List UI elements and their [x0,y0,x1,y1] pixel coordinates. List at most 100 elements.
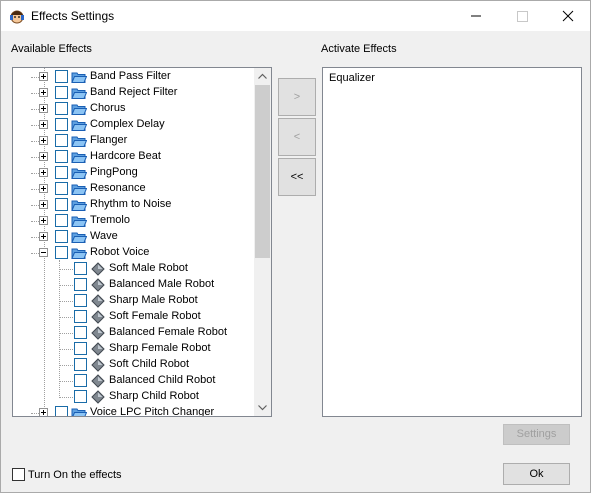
scroll-down-icon[interactable] [254,399,271,416]
tree-checkbox[interactable] [55,182,68,195]
tree-checkbox[interactable] [55,118,68,131]
tree-item-label: Wave [90,230,118,242]
expand-icon[interactable] [39,104,48,113]
active-effect-item[interactable]: Equalizer [329,72,375,84]
folder-icon [71,134,88,148]
tree-checkbox[interactable] [74,310,87,323]
tree-item-label: Tremolo [90,214,130,226]
tree-folder-item[interactable]: Rhythm to Noise [13,197,253,213]
settings-button[interactable]: Settings [503,424,570,445]
expand-icon[interactable] [39,184,48,193]
tree-checkbox[interactable] [55,230,68,243]
tree-folder-item[interactable]: PingPong [13,165,253,181]
tree-checkbox[interactable] [74,374,87,387]
tree-effect-item[interactable]: Soft Female Robot [13,309,253,325]
folder-icon [71,246,88,260]
folder-icon [71,406,88,416]
expand-icon[interactable] [39,120,48,129]
expand-icon[interactable] [39,408,48,416]
remove-all-effects-button[interactable]: << [278,158,316,196]
folder-icon [71,70,88,84]
tree-folder-item[interactable]: Complex Delay [13,117,253,133]
expand-icon[interactable] [39,136,48,145]
tree-checkbox[interactable] [55,214,68,227]
maximize-button[interactable] [499,1,545,31]
tree-item-label: Sharp Female Robot [109,342,211,354]
tree-folder-item[interactable]: Voice LPC Pitch Changer [13,405,253,416]
folder-icon [71,166,88,180]
folder-icon [71,198,88,212]
tree-folder-item[interactable]: Chorus [13,101,253,117]
expand-icon[interactable] [39,152,48,161]
tree-folder-item[interactable]: Resonance [13,181,253,197]
tree-item-label: Soft Male Robot [109,262,188,274]
folder-icon [71,118,88,132]
tree-effect-item[interactable]: Balanced Female Robot [13,325,253,341]
tree-checkbox[interactable] [74,326,87,339]
tree-checkbox[interactable] [55,86,68,99]
folder-icon [71,230,88,244]
expand-icon[interactable] [39,200,48,209]
remove-effect-button[interactable]: < [278,118,316,156]
collapse-icon[interactable] [39,248,48,257]
folder-icon [71,86,88,100]
expand-icon[interactable] [39,168,48,177]
active-effects-list[interactable]: Equalizer [322,67,582,417]
tree-checkbox[interactable] [55,102,68,115]
effect-icon [91,374,105,388]
tree-item-label: Robot Voice [90,246,150,258]
tree-checkbox[interactable] [55,166,68,179]
tree-folder-item[interactable]: Robot Voice [13,245,253,261]
tree-effect-item[interactable]: Sharp Female Robot [13,341,253,357]
tree-item-label: Resonance [90,182,146,194]
expand-icon[interactable] [39,216,48,225]
tree-folder-item[interactable]: Band Reject Filter [13,85,253,101]
close-button[interactable] [545,1,591,31]
tree-checkbox[interactable] [74,278,87,291]
tree-checkbox[interactable] [74,358,87,371]
tree-effect-item[interactable]: Sharp Male Robot [13,293,253,309]
tree-checkbox[interactable] [55,134,68,147]
tree-effect-item[interactable]: Sharp Child Robot [13,389,253,405]
tree-item-label: Soft Female Robot [109,310,201,322]
tree-folder-item[interactable]: Hardcore Beat [13,149,253,165]
tree-effect-item[interactable]: Soft Child Robot [13,357,253,373]
tree-checkbox[interactable] [55,246,68,259]
tree-checkbox[interactable] [55,406,68,416]
tree-folder-item[interactable]: Wave [13,229,253,245]
tree-item-label: Balanced Male Robot [109,278,215,290]
available-effects-label: Available Effects [11,43,92,55]
expand-icon[interactable] [39,232,48,241]
available-effects-tree[interactable]: Band Pass Filter Band Reject Filter Chorus… [12,67,272,417]
tree-folder-item[interactable]: Band Pass Filter [13,69,253,85]
ok-button[interactable]: Ok [503,463,570,485]
tree-item-label: Rhythm to Noise [90,198,172,210]
tree-checkbox[interactable] [74,294,87,307]
folder-icon [71,182,88,196]
tree-checkbox[interactable] [55,150,68,163]
tree-checkbox[interactable] [74,390,87,403]
expand-icon[interactable] [39,88,48,97]
scroll-thumb[interactable] [255,85,270,258]
tree-folder-item[interactable]: Flanger [13,133,253,149]
activate-effects-label: Activate Effects [321,43,397,55]
maximize-icon [517,11,528,22]
tree-effect-item[interactable]: Soft Male Robot [13,261,253,277]
turn-on-effects-checkbox[interactable] [12,468,25,481]
tree-item-label: Chorus [90,102,126,114]
tree-effect-item[interactable]: Balanced Male Robot [13,277,253,293]
tree-effect-item[interactable]: Balanced Child Robot [13,373,253,389]
tree-item-label: Soft Child Robot [109,358,190,370]
tree-checkbox[interactable] [55,70,68,83]
tree-checkbox[interactable] [74,342,87,355]
add-effect-button[interactable]: > [278,78,316,116]
minimize-button[interactable] [453,1,499,31]
tree-scrollbar[interactable] [254,68,271,416]
tree-checkbox[interactable] [74,262,87,275]
effect-icon [91,342,105,356]
tree-checkbox[interactable] [55,198,68,211]
expand-icon[interactable] [39,72,48,81]
tree-folder-item[interactable]: Tremolo [13,213,253,229]
effects-settings-window: Effects Settings Available Effects Activ… [0,0,591,493]
scroll-up-icon[interactable] [254,68,271,85]
